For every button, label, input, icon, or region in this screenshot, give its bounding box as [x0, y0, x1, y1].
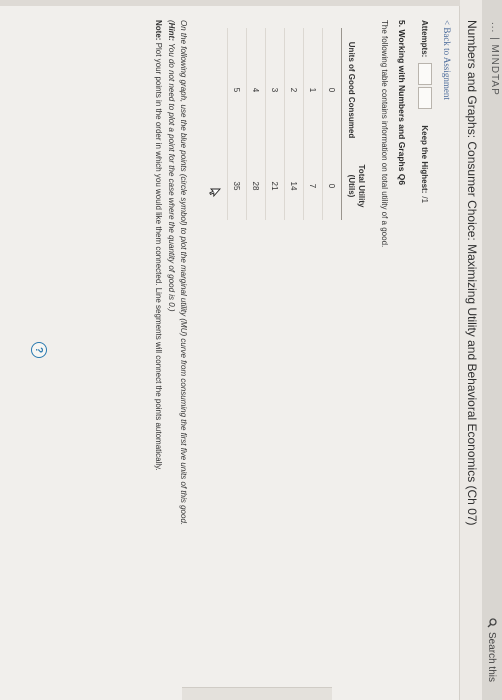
keep-highest-value: /1 — [420, 196, 430, 204]
search-box[interactable]: Search this — [484, 618, 500, 682]
search-icon — [487, 618, 497, 628]
table-row: 4 28 — [246, 28, 266, 220]
page-title: Numbers and Graphs: Consumer Choice: Max… — [465, 20, 479, 526]
cell-units: 4 — [246, 28, 266, 152]
cursor-arrow-icon — [209, 188, 222, 197]
table-row: 0 0 — [322, 28, 342, 220]
help-button[interactable]: ? — [31, 342, 47, 358]
cell-utility: 7 — [303, 152, 323, 220]
table-spacer-row — [209, 28, 228, 220]
cell-units: 2 — [284, 28, 304, 152]
attempts-label: Attempts: — [420, 20, 430, 58]
browser-top-strip: ... | MINDTAP Search this — [481, 0, 502, 700]
question-title: 5. Working with Numbers and Graphs Q6 — [397, 20, 407, 186]
page-header: Numbers and Graphs: Consumer Choice: Max… — [459, 0, 482, 700]
left-rail — [0, 0, 460, 6]
col-header-units: Units of Good Consumed — [341, 28, 366, 152]
question-content: < Back to Assignment Attempts: Keep the … — [152, 20, 452, 660]
utility-table-container: Units of Good Consumed Total Utility (Ut… — [209, 28, 366, 660]
question-intro: The following table contains information… — [380, 20, 389, 248]
table-header-row: Units of Good Consumed Total Utility (Ut… — [341, 28, 366, 220]
cell-units: 0 — [322, 28, 342, 152]
utility-table: Units of Good Consumed Total Utility (Ut… — [209, 28, 366, 220]
hint-line: (Hint: You do not need to plot a point f… — [166, 20, 176, 312]
back-to-assignment-link[interactable]: < Back to Assignment — [442, 20, 452, 660]
search-label: Search this — [486, 631, 498, 682]
help-icon: ? — [33, 346, 45, 354]
note-line: Note: Plot your points in the order in w… — [152, 20, 164, 660]
table-row: 1 7 — [303, 28, 323, 220]
cell-units: 3 — [265, 28, 285, 152]
table-row: 2 14 — [284, 28, 304, 220]
cell-utility: 35 — [227, 152, 247, 220]
attempt-box — [418, 87, 432, 110]
cell-utility: 0 — [322, 152, 342, 220]
cell-units: 5 — [227, 28, 247, 152]
app-window: ... | MINDTAP Search this Numbers and Gr… — [0, 0, 502, 700]
truncated-window-title: ... | MINDTAP — [489, 22, 500, 96]
table-row: 5 35 — [227, 28, 247, 220]
attempt-indicators — [418, 63, 432, 111]
cell-units: 1 — [303, 28, 323, 152]
table-row: 3 21 — [265, 28, 285, 220]
hint-text: You do not need to plot a point for the … — [166, 42, 176, 312]
attempt-box — [418, 63, 432, 86]
graph-instructions: On the following graph, use the blue poi… — [164, 20, 189, 660]
note-text: Plot your points in the order in which y… — [154, 42, 164, 471]
instruction-line: On the following graph, use the blue poi… — [179, 20, 189, 526]
attempts-row: Attempts: Keep the Highest: /1 — [418, 20, 432, 660]
hint-label: Hint: — [166, 22, 176, 41]
cell-utility: 14 — [284, 152, 304, 220]
col-header-total-utility: Total Utility (Utils) — [341, 152, 366, 220]
cell-utility: 28 — [246, 152, 266, 220]
cell-utility: 21 — [265, 152, 285, 220]
keep-highest-label: Keep the Highest: — [420, 125, 430, 194]
right-edge-panel — [182, 687, 332, 700]
note-label: Note: — [154, 20, 164, 41]
